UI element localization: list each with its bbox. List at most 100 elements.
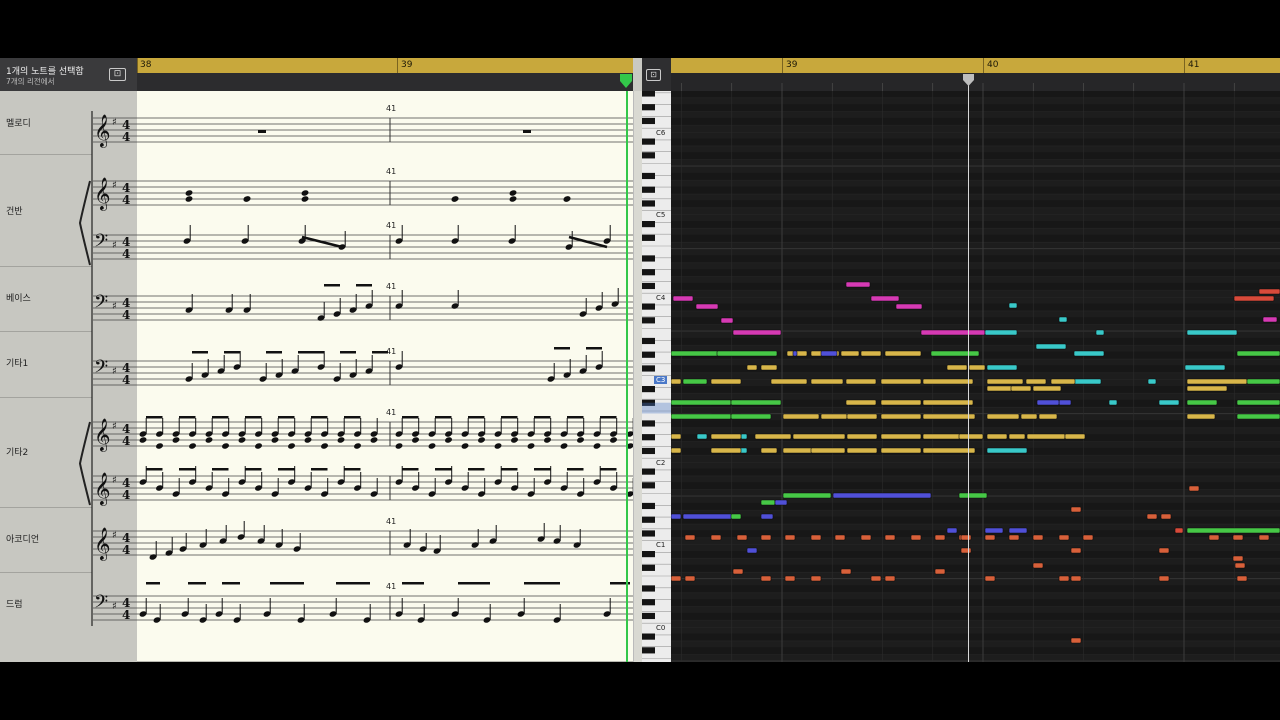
midi-note-yellow[interactable]: [846, 413, 878, 420]
midi-note-orange[interactable]: [1082, 534, 1094, 541]
midi-note-green[interactable]: [958, 492, 988, 499]
midi-note-orange[interactable]: [1058, 534, 1070, 541]
midi-note-orange[interactable]: [1070, 547, 1082, 554]
midi-note-yellow[interactable]: [846, 433, 878, 440]
midi-note-yellow[interactable]: [810, 378, 844, 385]
midi-note-green[interactable]: [682, 378, 708, 385]
midi-note-green[interactable]: [730, 413, 772, 420]
black-key[interactable]: [642, 90, 655, 97]
black-key[interactable]: [642, 117, 655, 125]
midi-note-magenta[interactable]: [672, 295, 694, 302]
midi-note-orange[interactable]: [671, 575, 682, 582]
midi-note-orange[interactable]: [1158, 575, 1170, 582]
midi-note-green[interactable]: [930, 350, 980, 357]
midi-note-cyan[interactable]: [1095, 329, 1105, 336]
black-key[interactable]: [642, 337, 655, 345]
midi-note-yellow[interactable]: [880, 433, 922, 440]
midi-note-yellow[interactable]: [782, 413, 820, 420]
midi-note-green[interactable]: [671, 413, 732, 420]
midi-note-blue[interactable]: [746, 547, 758, 554]
midi-note-orange[interactable]: [1008, 534, 1020, 541]
black-key[interactable]: [642, 516, 655, 523]
midi-note-blue[interactable]: [671, 513, 682, 520]
midi-note-red[interactable]: [1174, 527, 1184, 534]
midi-note-orange[interactable]: [1160, 513, 1172, 520]
midi-note-orange[interactable]: [1232, 555, 1244, 562]
midi-note-yellow[interactable]: [1020, 413, 1038, 420]
black-key[interactable]: [642, 255, 655, 262]
black-key[interactable]: [642, 599, 655, 606]
midi-note-red[interactable]: [1258, 288, 1280, 295]
midi-note-orange[interactable]: [884, 534, 896, 541]
black-key[interactable]: [642, 551, 655, 558]
midi-note-orange[interactable]: [784, 575, 796, 582]
midi-note-yellow[interactable]: [922, 399, 974, 406]
midi-note-blue[interactable]: [832, 492, 932, 499]
midi-note-green[interactable]: [782, 492, 832, 499]
midi-note-orange[interactable]: [1070, 637, 1082, 644]
midi-note-orange[interactable]: [934, 534, 946, 541]
black-key[interactable]: [642, 351, 655, 358]
midi-note-cyan[interactable]: [740, 433, 748, 440]
midi-note-orange[interactable]: [1208, 534, 1220, 541]
midi-note-yellow[interactable]: [710, 378, 742, 385]
midi-note-orange[interactable]: [1188, 485, 1200, 492]
midi-note-yellow[interactable]: [846, 447, 878, 454]
black-key[interactable]: [642, 200, 655, 207]
midi-note-yellow[interactable]: [958, 433, 984, 440]
midi-note-blue[interactable]: [1008, 527, 1028, 534]
piano-keyboard[interactable]: C6 C5 C4 C3 C2 C1 C0: [642, 80, 671, 662]
midi-note-green[interactable]: [1236, 350, 1280, 357]
midi-note-orange[interactable]: [1236, 575, 1248, 582]
midi-note-yellow[interactable]: [884, 350, 922, 357]
midi-note-yellow[interactable]: [671, 447, 682, 454]
score-view-toggle-icon[interactable]: ⊡: [109, 68, 126, 81]
midi-note-orange[interactable]: [1146, 513, 1158, 520]
midi-note-blue[interactable]: [1058, 399, 1072, 406]
black-key[interactable]: [642, 468, 655, 475]
midi-note-orange[interactable]: [760, 534, 772, 541]
midi-note-yellow[interactable]: [986, 413, 1020, 420]
midi-note-yellow[interactable]: [1026, 433, 1066, 440]
midi-note-orange[interactable]: [960, 534, 972, 541]
black-key[interactable]: [642, 172, 655, 180]
black-key[interactable]: [642, 152, 655, 159]
black-key[interactable]: [642, 365, 655, 372]
black-key[interactable]: [642, 282, 655, 290]
midi-note-green[interactable]: [1186, 399, 1218, 406]
piano-roll-grid[interactable]: [671, 91, 1280, 662]
midi-note-yellow[interactable]: [746, 364, 758, 371]
midi-note-yellow[interactable]: [1008, 433, 1026, 440]
midi-note-orange[interactable]: [840, 568, 852, 575]
black-key[interactable]: [642, 633, 655, 640]
midi-note-yellow[interactable]: [770, 378, 808, 385]
midi-note-cyan[interactable]: [984, 329, 1018, 336]
midi-note-green[interactable]: [716, 350, 778, 357]
midi-note-yellow[interactable]: [671, 378, 682, 385]
piano-roll-playhead-handle-icon[interactable]: [963, 74, 974, 86]
midi-note-yellow[interactable]: [880, 447, 922, 454]
midi-note-yellow[interactable]: [968, 364, 986, 371]
black-key[interactable]: [642, 482, 655, 489]
black-key[interactable]: [642, 502, 655, 510]
black-key[interactable]: [642, 564, 655, 571]
midi-note-magenta[interactable]: [845, 281, 871, 288]
midi-note-yellow[interactable]: [1010, 385, 1032, 392]
midi-note-orange[interactable]: [1258, 534, 1270, 541]
midi-note-yellow[interactable]: [1186, 413, 1216, 420]
black-key[interactable]: [642, 303, 655, 310]
midi-note-blue[interactable]: [760, 513, 774, 520]
midi-note-yellow[interactable]: [840, 350, 860, 357]
midi-note-cyan[interactable]: [1008, 302, 1018, 309]
midi-note-cyan[interactable]: [1072, 378, 1102, 385]
midi-note-blue[interactable]: [682, 513, 734, 520]
midi-note-yellow[interactable]: [880, 378, 922, 385]
midi-note-cyan[interactable]: [1158, 399, 1180, 406]
midi-note-green[interactable]: [671, 399, 732, 406]
midi-note-green[interactable]: [1236, 413, 1280, 420]
midi-note-orange[interactable]: [1234, 562, 1246, 569]
midi-note-orange[interactable]: [984, 534, 996, 541]
midi-note-yellow[interactable]: [845, 399, 877, 406]
midi-note-yellow[interactable]: [1186, 385, 1228, 392]
midi-note-yellow[interactable]: [810, 447, 846, 454]
